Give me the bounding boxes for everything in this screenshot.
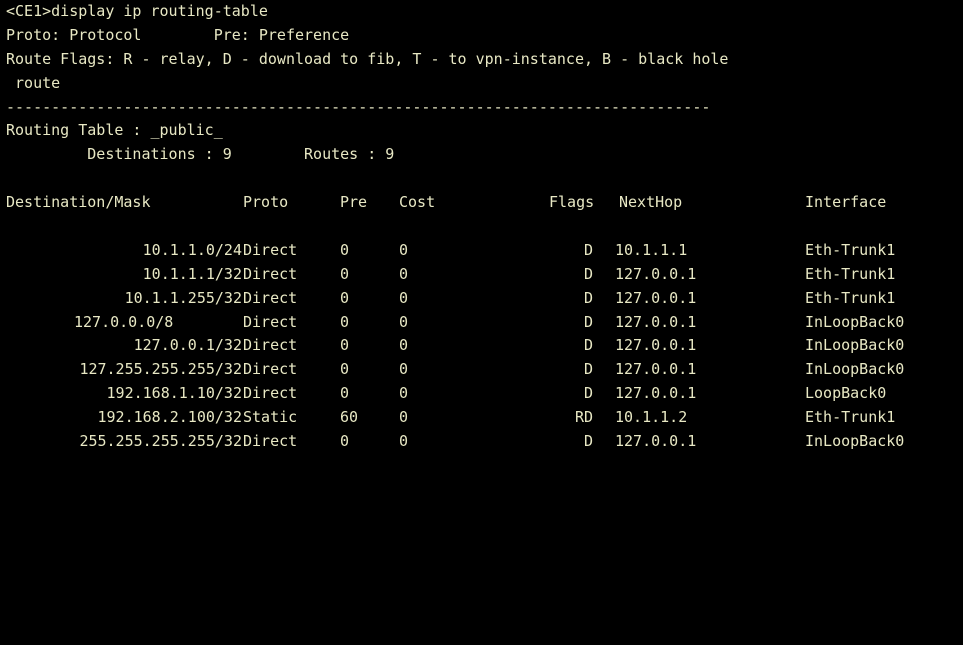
route-pre: 0 [340, 336, 350, 355]
route-proto: Direct [243, 288, 298, 307]
route-destination: 10.1.1.255/32 [124, 288, 242, 307]
table-header: Destination/Mask Proto Pre Cost Flags Ne… [6, 191, 963, 215]
route-nexthop: 127.0.0.1 [615, 384, 697, 403]
route-interface: Eth-Trunk1 [805, 240, 896, 259]
route-proto: Static [243, 408, 298, 427]
route-flags: D [583, 312, 593, 331]
route-proto: Direct [243, 264, 298, 283]
table-row: 10.1.1.255/32 Direct 0 0 D 127.0.0.1 Eth… [6, 287, 963, 311]
route-nexthop: 127.0.0.1 [615, 360, 697, 379]
route-cost: 0 [399, 288, 409, 307]
route-interface: Eth-Trunk1 [805, 288, 896, 307]
route-flags: D [583, 288, 593, 307]
route-pre: 0 [340, 240, 350, 259]
route-interface: Eth-Trunk1 [805, 264, 896, 283]
column-header-cost: Cost [399, 193, 436, 212]
route-cost: 0 [399, 264, 409, 283]
route-nexthop: 127.0.0.1 [615, 336, 697, 355]
route-nexthop: 127.0.0.1 [615, 432, 697, 451]
table-row: 127.0.0.0/8 Direct 0 0 D 127.0.0.1 InLoo… [6, 311, 963, 335]
route-table-body: 10.1.1.0/24 Direct 0 0 D 10.1.1.1 Eth-Tr… [6, 239, 963, 454]
route-pre: 0 [340, 432, 350, 451]
route-proto: Direct [243, 240, 298, 259]
legend-route-flags: Route Flags: R - relay, D - download to … [6, 49, 729, 68]
route-interface: InLoopBack0 [805, 360, 905, 379]
routing-table-name: Routing Table : _public_ [6, 121, 223, 140]
route-pre: 0 [340, 264, 350, 283]
route-nexthop: 127.0.0.1 [615, 312, 697, 331]
route-pre: 0 [340, 360, 350, 379]
route-nexthop: 10.1.1.2 [615, 408, 688, 427]
column-header-nexthop: NextHop [619, 193, 683, 212]
route-pre: 0 [340, 384, 350, 403]
table-row: 10.1.1.1/32 Direct 0 0 D 127.0.0.1 Eth-T… [6, 263, 963, 287]
table-row: 127.0.0.1/32 Direct 0 0 D 127.0.0.1 InLo… [6, 334, 963, 358]
route-cost: 0 [399, 240, 409, 259]
route-proto: Direct [243, 312, 298, 331]
route-destination: 127.0.0.1/32 [133, 336, 242, 355]
route-proto: Direct [243, 384, 298, 403]
route-pre: 60 [340, 408, 359, 427]
table-row: 192.168.2.100/32 Static 60 0 RD 10.1.1.2… [6, 406, 963, 430]
route-destination: 192.168.1.10/32 [106, 384, 242, 403]
route-flags: D [583, 240, 593, 259]
route-cost: 0 [399, 336, 409, 355]
column-header-proto: Proto [243, 193, 289, 212]
route-destination: 127.255.255.255/32 [79, 360, 242, 379]
route-pre: 0 [340, 312, 350, 331]
route-flags: D [583, 432, 593, 451]
route-pre: 0 [340, 288, 350, 307]
route-cost: 0 [399, 408, 409, 427]
route-flags: D [583, 360, 593, 379]
column-header-pre: Pre [340, 193, 368, 212]
route-cost: 0 [399, 384, 409, 403]
routing-table-summary: Destinations : 9 Routes : 9 [6, 145, 395, 164]
route-nexthop: 127.0.0.1 [615, 288, 697, 307]
route-proto: Direct [243, 432, 298, 451]
terminal-window[interactable]: <CE1>display ip routing-table Proto: Pro… [0, 0, 963, 455]
route-flags: D [583, 384, 593, 403]
separator-line: ----------------------------------------… [6, 97, 711, 116]
route-destination: 192.168.2.100/32 [97, 408, 243, 427]
route-interface: Eth-Trunk1 [805, 408, 896, 427]
column-header-interface: Interface [805, 193, 887, 212]
route-nexthop: 10.1.1.1 [615, 240, 688, 259]
route-nexthop: 127.0.0.1 [615, 264, 697, 283]
table-row: 192.168.1.10/32 Direct 0 0 D 127.0.0.1 L… [6, 382, 963, 406]
route-cost: 0 [399, 312, 409, 331]
route-flags: D [583, 336, 593, 355]
column-header-flags: Flags [549, 193, 595, 212]
route-destination: 10.1.1.1/32 [142, 264, 242, 283]
route-destination: 10.1.1.0/24 [142, 240, 242, 259]
route-interface: LoopBack0 [805, 384, 887, 403]
route-interface: InLoopBack0 [805, 336, 905, 355]
route-cost: 0 [399, 432, 409, 451]
table-row: 255.255.255.255/32 Direct 0 0 D 127.0.0.… [6, 430, 963, 454]
table-row: 127.255.255.255/32 Direct 0 0 D 127.0.0.… [6, 358, 963, 382]
route-destination: 255.255.255.255/32 [79, 432, 242, 451]
route-proto: Direct [243, 360, 298, 379]
route-interface: InLoopBack0 [805, 432, 905, 451]
route-interface: InLoopBack0 [805, 312, 905, 331]
legend-protocol-preference: Proto: Protocol Pre: Preference [6, 25, 350, 44]
command-line: <CE1>display ip routing-table [6, 2, 268, 20]
route-flags: RD [574, 408, 593, 427]
table-row: 10.1.1.0/24 Direct 0 0 D 10.1.1.1 Eth-Tr… [6, 239, 963, 263]
legend-route-flags-continued: route [6, 73, 61, 92]
route-flags: D [583, 264, 593, 283]
route-proto: Direct [243, 336, 298, 355]
column-header-destination: Destination/Mask [6, 193, 151, 212]
route-cost: 0 [399, 360, 409, 379]
